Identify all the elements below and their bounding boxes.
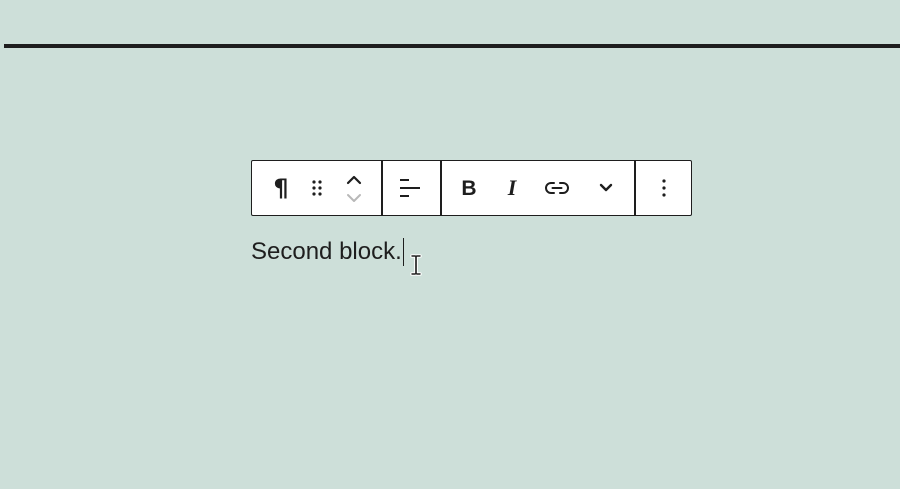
paragraph-text: Second block. xyxy=(251,238,402,265)
pilcrow-icon: ¶ xyxy=(273,174,289,202)
italic-button[interactable]: I xyxy=(495,161,529,215)
link-button[interactable] xyxy=(539,161,575,215)
bold-icon: B xyxy=(461,176,477,200)
move-down-button[interactable] xyxy=(340,189,368,207)
italic-icon: I xyxy=(507,175,517,200)
paragraph-block[interactable]: Second block. xyxy=(251,234,405,270)
text-caret xyxy=(402,238,405,266)
more-vertical-icon xyxy=(662,179,666,197)
toolbar-divider xyxy=(634,161,636,215)
editor-canvas: ¶ B I Second block. xyxy=(0,0,900,489)
chevron-down-icon xyxy=(599,183,613,192)
drag-handle-icon xyxy=(312,180,322,196)
align-left-button[interactable] xyxy=(392,161,428,215)
toolbar-divider xyxy=(381,161,383,215)
block-toolbar: ¶ B I xyxy=(251,160,692,216)
move-up-button[interactable] xyxy=(340,171,368,189)
chevron-up-icon xyxy=(346,175,362,185)
align-left-icon xyxy=(400,179,420,197)
options-button[interactable] xyxy=(647,161,681,215)
more-formatting-button[interactable] xyxy=(589,161,623,215)
text-cursor-icon xyxy=(410,254,422,276)
paragraph-block-button[interactable]: ¶ xyxy=(266,161,296,215)
chevron-down-icon xyxy=(347,194,361,202)
toolbar-divider xyxy=(440,161,442,215)
drag-handle[interactable] xyxy=(302,161,332,215)
separator-block[interactable] xyxy=(4,44,900,48)
bold-button[interactable]: B xyxy=(452,161,486,215)
link-icon xyxy=(545,182,569,194)
